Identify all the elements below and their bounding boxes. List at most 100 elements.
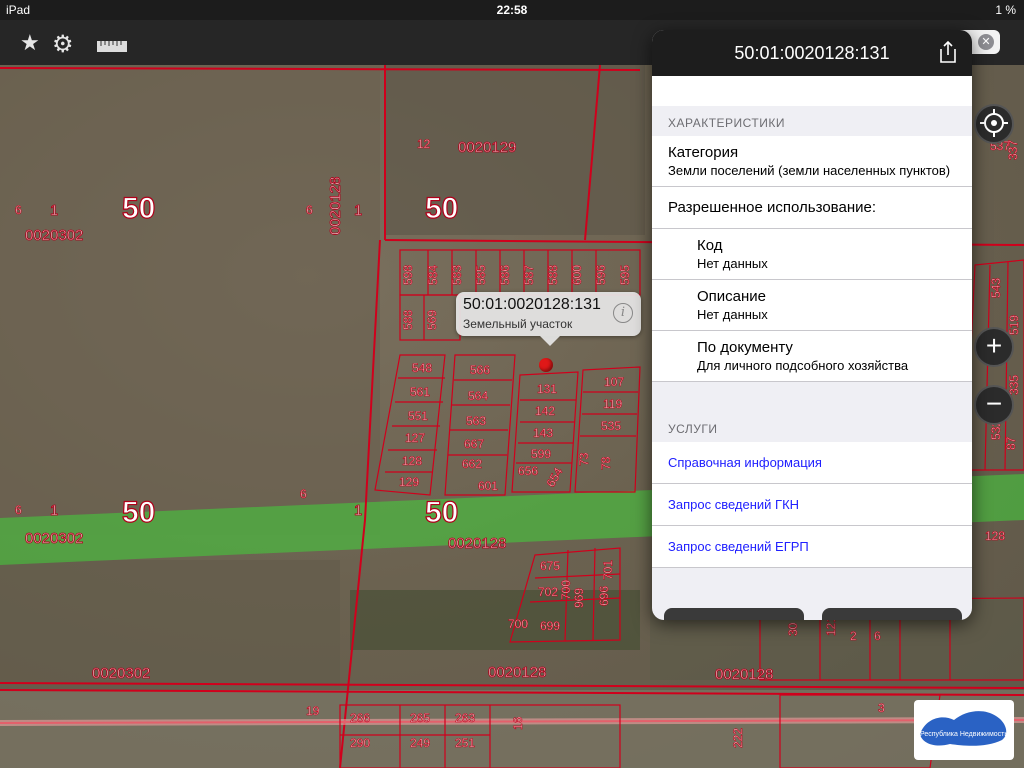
region-label: 50 bbox=[122, 496, 155, 529]
clock: 22:58 bbox=[496, 3, 528, 17]
description-cell: Описание Нет данных bbox=[652, 280, 972, 331]
locate-me-icon[interactable] bbox=[974, 104, 1014, 144]
service-reference-info-link[interactable]: Справочная информация bbox=[652, 442, 972, 484]
region-label: 50 bbox=[425, 192, 458, 225]
plot-number-label: 561 bbox=[410, 385, 430, 399]
quarter-label: 0020302 bbox=[25, 530, 83, 547]
plot-number-label: 107 bbox=[604, 375, 624, 389]
plot-number-label: 251 bbox=[455, 736, 475, 750]
code-value: Нет данных bbox=[697, 256, 768, 271]
plot-number-label: 569 bbox=[425, 310, 439, 330]
share-icon[interactable] bbox=[938, 40, 958, 64]
service-egrp-request-link[interactable]: Запрос сведений ЕГРП bbox=[652, 526, 972, 568]
plot-number-label: 702 bbox=[538, 585, 558, 599]
plot-number-label: 30 bbox=[786, 622, 800, 636]
district-label: 6 bbox=[15, 203, 22, 217]
zoom-in-button[interactable]: + bbox=[974, 327, 1014, 367]
region-label: 50 bbox=[122, 192, 155, 225]
plot-number-label: 2 bbox=[850, 629, 857, 643]
plot-number-label: 263 bbox=[455, 711, 475, 725]
plot-number-label: 535 bbox=[601, 419, 621, 433]
plot-number-label: 599 bbox=[531, 447, 551, 461]
plot-number-label: 696 bbox=[597, 586, 611, 606]
clear-search-icon[interactable]: ✕ bbox=[978, 34, 994, 50]
plot-label: 19 bbox=[306, 704, 320, 718]
callout-subtitle: Земельный участок bbox=[463, 317, 573, 331]
popover-action-button[interactable] bbox=[822, 608, 962, 620]
section-services: УСЛУГИ bbox=[652, 412, 972, 442]
plot-number-label: 129 bbox=[399, 475, 419, 489]
plot-number-label: 588 bbox=[401, 310, 415, 330]
plot-number-label: 700 bbox=[559, 580, 573, 600]
plot-number-label: 6 bbox=[874, 629, 881, 643]
zoom-out-button[interactable]: − bbox=[974, 385, 1014, 425]
parcel-details-popover: 50:01:0020128:131 ХАРАКТЕРИСТИКИ Категор… bbox=[652, 30, 972, 620]
info-icon[interactable]: i bbox=[613, 303, 633, 323]
plot-number-label: 969 bbox=[572, 588, 586, 608]
code-label: Код bbox=[697, 237, 723, 254]
plot-number-label: 586 bbox=[498, 265, 512, 285]
plot-number-label: 222 bbox=[731, 728, 745, 748]
district-label: 6 bbox=[15, 503, 22, 517]
quarter-label: 0020128 bbox=[488, 664, 546, 681]
by-document-value: Для личного подсобного хозяйства bbox=[697, 358, 909, 373]
permitted-use-cell: Разрешенное использование: bbox=[652, 187, 972, 229]
plot-number-label: 700 bbox=[508, 617, 528, 631]
ruler-icon[interactable] bbox=[96, 34, 128, 60]
plot-number-label: 566 bbox=[470, 363, 490, 377]
quarter-label: 0020128 bbox=[715, 666, 773, 683]
plot-number-label: 585 bbox=[474, 265, 488, 285]
star-icon[interactable]: ★ bbox=[20, 30, 40, 56]
popover-header: 50:01:0020128:131 bbox=[652, 30, 972, 76]
plot-number-label: 600 bbox=[570, 265, 584, 285]
plot-number-label: 588 bbox=[546, 265, 560, 285]
plot-number-label: 656 bbox=[518, 464, 538, 478]
plot-number-label: 127 bbox=[405, 431, 425, 445]
callout-title: 50:01:0020128:131 bbox=[463, 296, 601, 313]
plot-number-label: 128 bbox=[402, 454, 422, 468]
plot-number-label: 131 bbox=[537, 382, 557, 396]
by-document-cell: По документу Для личного подсобного хозя… bbox=[652, 331, 972, 382]
battery-label: 1 % bbox=[995, 3, 1016, 17]
plot-number-label: 3 bbox=[878, 701, 885, 715]
section-characteristics: ХАРАКТЕРИСТИКИ bbox=[652, 106, 972, 136]
plot-number-label: 654 bbox=[543, 465, 565, 490]
quarter-label: 0020128 bbox=[327, 177, 344, 235]
quarter-label: 0020128 bbox=[448, 535, 506, 552]
quarter-label: 0020302 bbox=[25, 227, 83, 244]
plot-number-label: 265 bbox=[410, 711, 430, 725]
plot-number-label: 699 bbox=[540, 619, 560, 633]
plot-number-label: 584 bbox=[426, 265, 440, 285]
code-cell: Код Нет данных bbox=[652, 229, 972, 280]
popover-action-button[interactable] bbox=[664, 608, 804, 620]
district-label: 1 bbox=[354, 502, 362, 519]
plot-number-label: 519 bbox=[1007, 315, 1021, 335]
plot-number-label: 78 bbox=[599, 456, 613, 470]
popover-title: 50:01:0020128:131 bbox=[734, 43, 890, 63]
description-label: Описание bbox=[697, 288, 767, 305]
svg-text:Республика Недвижимость: Республика Недвижимость bbox=[920, 730, 1008, 738]
description-value: Нет данных bbox=[697, 307, 768, 322]
by-document-label: По документу bbox=[697, 339, 793, 356]
service-gkn-request-link[interactable]: Запрос сведений ГКН bbox=[652, 484, 972, 526]
plot-number-label: 73 bbox=[577, 452, 591, 466]
status-bar: iPad 22:58 1 % bbox=[0, 0, 1024, 20]
plot-number-label: 128 bbox=[985, 529, 1005, 543]
plot-number-label: 143 bbox=[533, 426, 553, 440]
plot-number-label: 595 bbox=[618, 265, 632, 285]
district-label: 6 bbox=[306, 203, 313, 217]
logo: Республика Недвижимость bbox=[914, 700, 1014, 760]
plot-number-label: 601 bbox=[478, 479, 498, 493]
plot-number-label: 290 bbox=[350, 736, 370, 750]
map-pin-icon[interactable] bbox=[539, 358, 553, 372]
plot-number-label: 598 bbox=[401, 265, 415, 285]
parcel-callout[interactable]: 50:01:0020128:131 Земельный участок i bbox=[456, 292, 641, 346]
district-label: 6 bbox=[300, 487, 307, 501]
district-label: 1 bbox=[354, 202, 362, 219]
plot-number-label: 662 bbox=[462, 457, 482, 471]
plot-number-label: 337 bbox=[1006, 140, 1020, 160]
plot-number-label: 142 bbox=[535, 404, 555, 418]
gears-icon[interactable]: ⚙ bbox=[52, 30, 74, 59]
plot-number-label: 551 bbox=[408, 409, 428, 423]
plot-number-label: 543 bbox=[989, 278, 1003, 298]
